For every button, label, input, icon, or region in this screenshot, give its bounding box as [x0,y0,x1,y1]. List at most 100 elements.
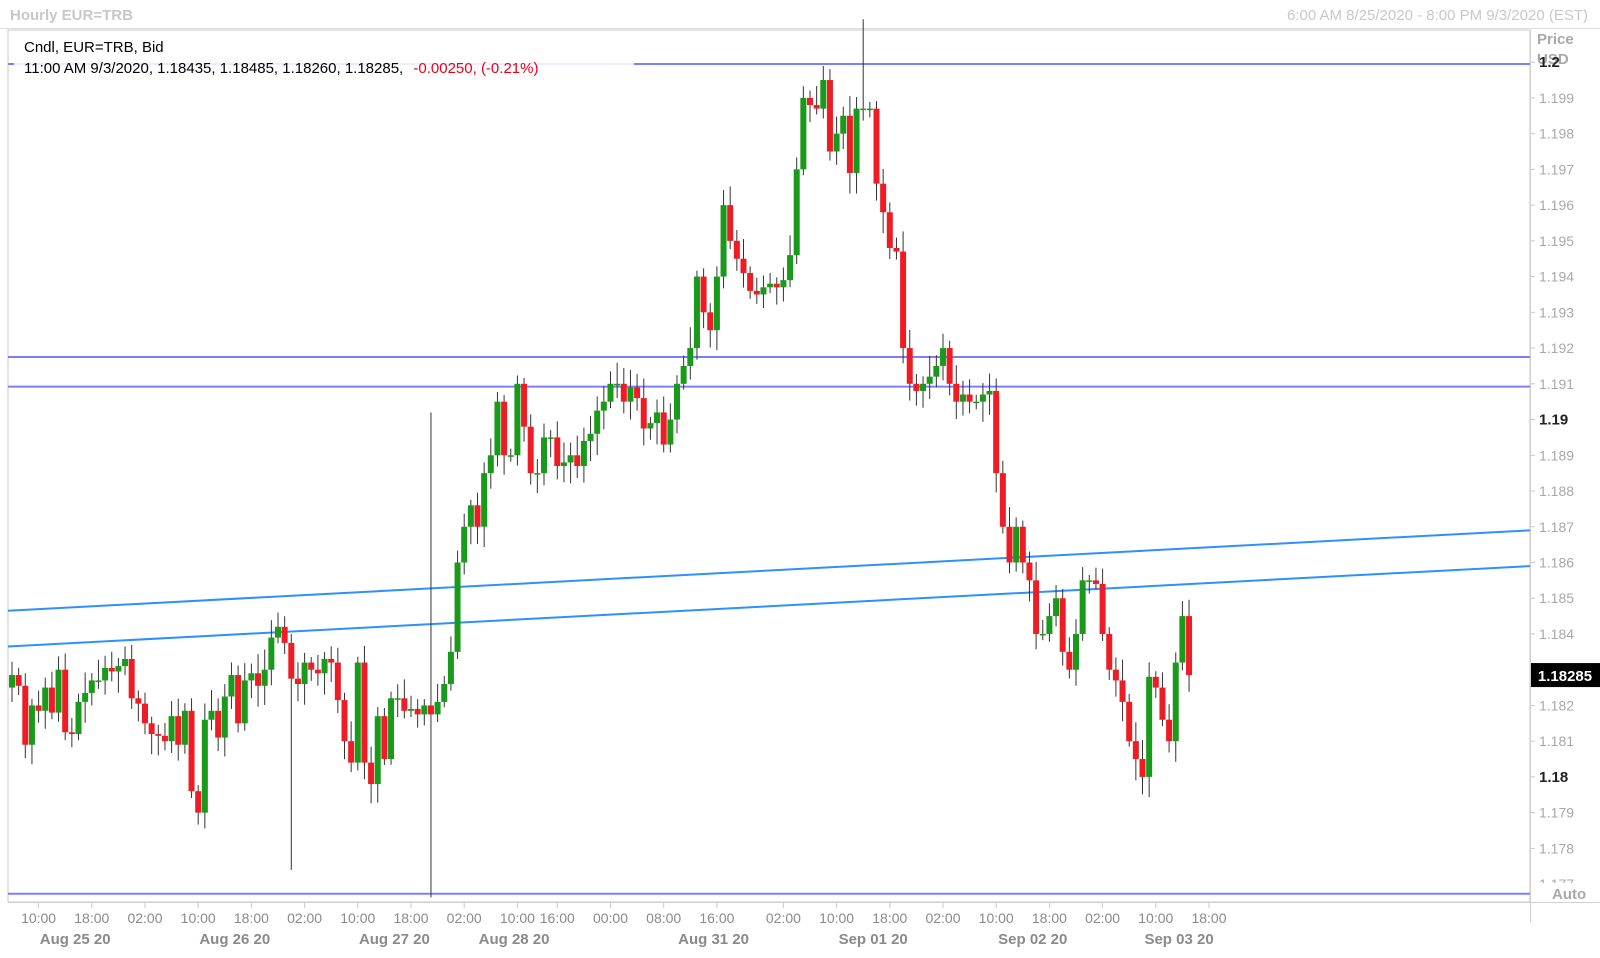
price-tick-label: 1.193 [1539,304,1574,320]
price-tick-label: 1.2 [1539,54,1560,71]
candle-body-up [261,669,268,686]
candle [826,69,833,161]
candle-body-up [940,348,946,366]
time-tick-label: 18:00 [393,910,428,926]
time-tick-label: 18:00 [74,910,109,926]
candle-body-up [547,437,554,439]
candle-body-down [128,658,135,699]
time-tick-label: 10:00 [21,910,56,926]
candle-body-down [361,662,368,763]
candle-body-up [1172,662,1179,742]
candle [793,157,800,265]
candle-body-down [993,390,1000,474]
candle-body-down [1152,676,1159,688]
candle-body-down [62,669,69,733]
candle-body-up [793,169,800,256]
candle-body-up [168,716,175,742]
candle-body-up [1179,616,1186,663]
candle-body-up [833,133,840,152]
candle-body-up [1013,526,1020,563]
candle-body-up [268,637,275,670]
candle [514,375,521,466]
candle-body-down [733,240,740,259]
candle-body-up [388,698,395,760]
candle-body-up [221,696,228,738]
candle-body-up [321,658,328,674]
time-tick-label: 02:00 [766,910,801,926]
candle-body-down [913,383,920,391]
candle-body-up [780,280,787,288]
candle-body-down [1092,580,1099,584]
info-change: -0.00250, (-0.21%) [413,60,538,77]
time-tick-label: 10:00 [500,910,535,926]
candle-body-down [813,105,820,109]
candle-body-down [893,248,900,252]
candle-body-up [560,462,567,466]
time-tick-label: 08:00 [646,910,681,926]
candle-body-up [1086,580,1093,582]
candle-body-up [866,108,873,111]
candle-body-up [607,383,614,402]
candle-body-up [973,401,980,404]
candle-body-down [427,705,434,715]
candle-body-down [215,710,222,738]
candle-body-up [75,701,82,735]
candle-body-up [920,383,927,391]
candle-body-down [660,412,667,445]
info-ohlc: 11:00 AM 9/3/2020, 1.18435, 1.18485, 1.1… [24,60,403,77]
price-tick-label: 1.189 [1539,447,1574,463]
time-tick-label: 02:00 [447,910,482,926]
price-tick-label: 1.192 [1539,340,1574,356]
candle-body-down [620,383,627,402]
candle-body-up [986,390,993,395]
candle-body-up [241,680,248,724]
candle [201,703,208,829]
price-tick-label: 1.199 [1539,90,1574,106]
candle-body-down [900,251,907,349]
candle-body-up [95,680,102,682]
candle-body-down [1126,701,1133,742]
candle-body-down [1106,633,1113,670]
day-label: Sep 03 20 [1144,931,1213,948]
candle-body-down [1186,616,1193,676]
candle-body-up [228,675,235,697]
candle-body-up [1053,598,1060,617]
candle-body-up [454,562,461,652]
candle-body-down [521,383,528,427]
candle-body-up [654,412,661,424]
candle-body-down [341,700,348,742]
candle-body-up [1146,676,1153,777]
candle-body-down [1006,526,1013,563]
candle-body-up [720,205,727,277]
candle [188,698,195,799]
candle-body-down [368,762,375,785]
candle-body-down [574,455,581,466]
time-tick-label: 00:00 [593,910,628,926]
price-tick-label: 1.188 [1539,483,1574,499]
day-label: Aug 26 20 [199,931,270,948]
candle-body-up [860,108,867,111]
candle-body-down [946,348,953,384]
candle-body-up [421,705,428,715]
candle-body-up [248,673,255,681]
candle-body-down [886,212,893,248]
candle-body-up [541,437,547,474]
candle-body-up [102,667,109,681]
price-tick-label: 1.186 [1539,554,1574,570]
candle-body-down [740,258,747,274]
candle-body-up [627,387,634,402]
candle-body-up [394,698,401,700]
candle-body-down [281,626,288,643]
candle-body-down [1112,669,1119,681]
candle [800,86,807,176]
candle-body-down [474,505,481,527]
candle-body-up [301,662,308,684]
candle-body-down [953,383,960,402]
time-tick-label: 10:00 [181,910,216,926]
candle-body-down [634,387,641,399]
candle-body-up [667,419,674,445]
candle-body-up [1073,633,1079,670]
candle-body-down [35,705,42,711]
candle-body-down [873,108,880,184]
candle-body-down [999,473,1006,527]
